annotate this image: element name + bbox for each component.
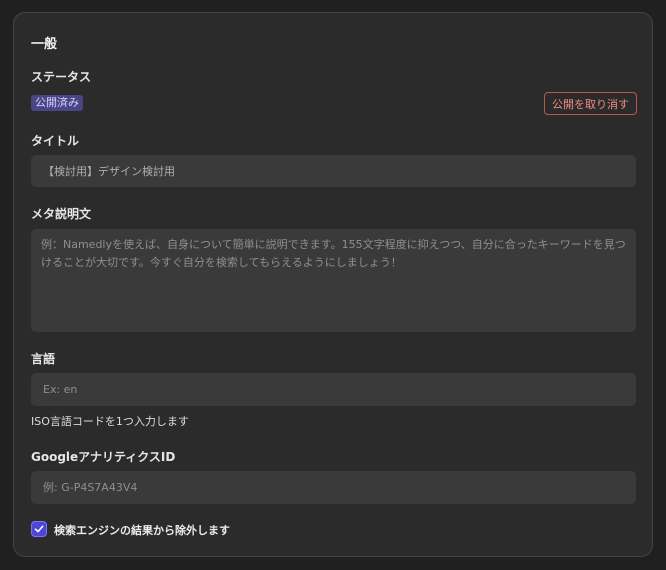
general-settings-panel: 一般 ステータス 公開済み 公開を取り消す タイトル メタ説明文 言語 ISO言…	[13, 12, 653, 557]
meta-description-textarea[interactable]	[31, 229, 636, 332]
checkmark-icon	[34, 525, 44, 533]
title-label: タイトル	[31, 134, 80, 148]
language-input[interactable]	[31, 373, 636, 406]
status-badge: 公開済み	[31, 95, 83, 111]
google-analytics-label: GoogleアナリティクスID	[31, 450, 176, 464]
exclude-search-checkbox[interactable]	[31, 521, 47, 537]
status-label: ステータス	[31, 70, 92, 84]
meta-description-label: メタ説明文	[31, 207, 92, 221]
section-title: 一般	[31, 37, 58, 52]
google-analytics-input[interactable]	[31, 471, 636, 504]
exclude-search-label[interactable]: 検索エンジンの結果から除外します	[54, 522, 230, 538]
language-help-text: ISO言語コードを1つ入力します	[31, 415, 189, 428]
title-input[interactable]	[31, 155, 636, 187]
language-label: 言語	[31, 352, 56, 366]
unpublish-button[interactable]: 公開を取り消す	[544, 92, 637, 115]
